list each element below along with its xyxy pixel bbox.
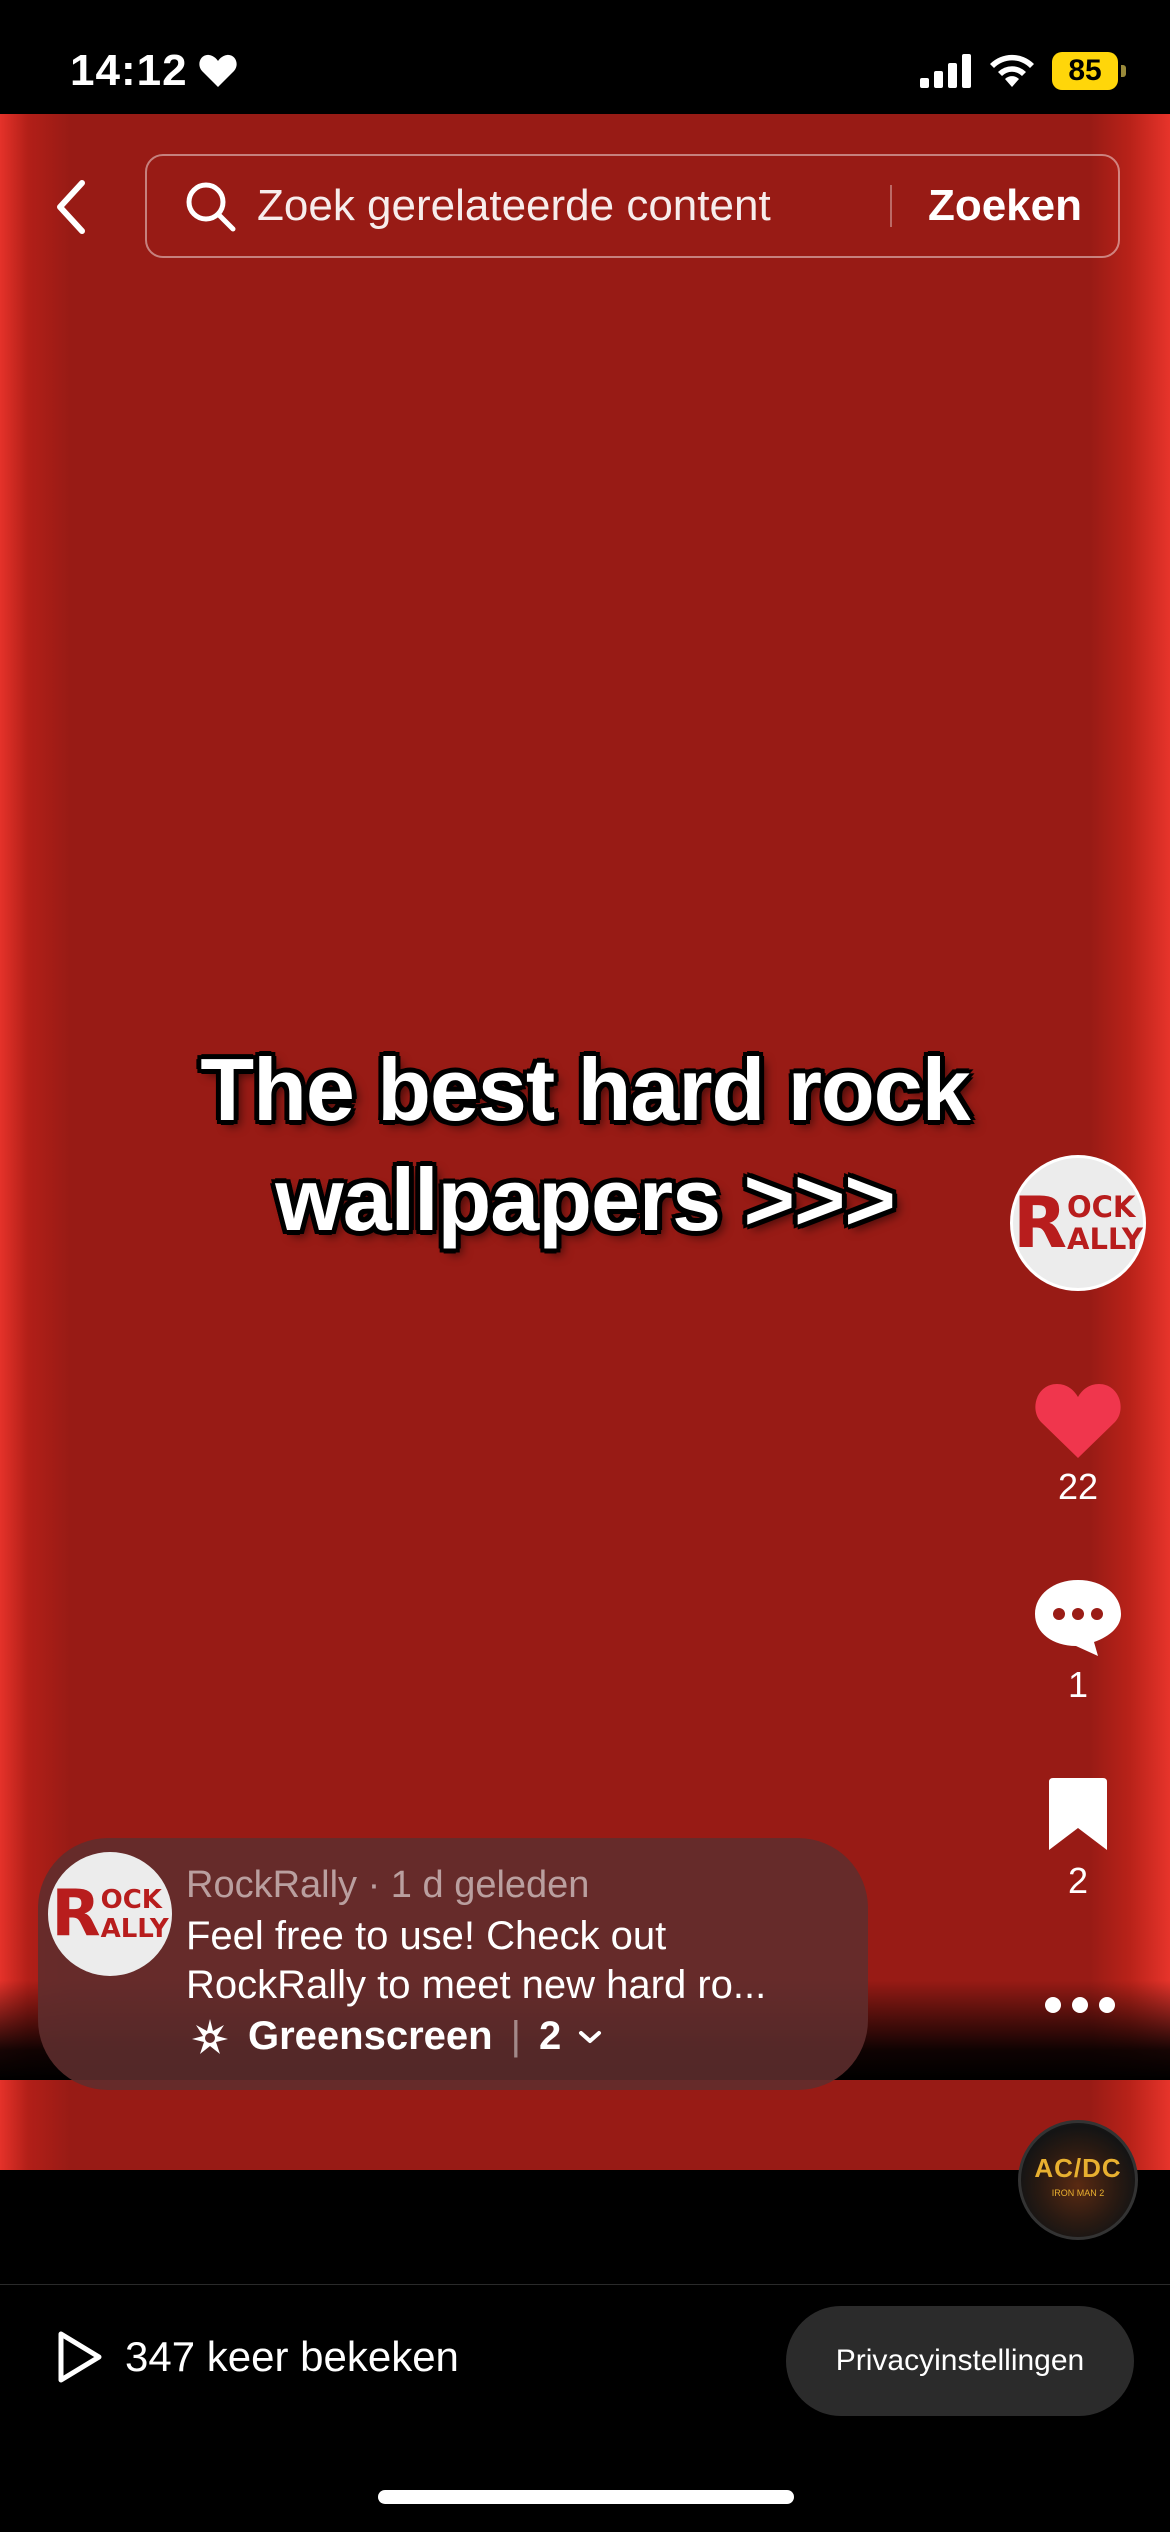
search-bar[interactable]: Zoek gerelateerde content Zoeken: [145, 154, 1120, 258]
creator-avatar[interactable]: R OCK ALLY: [1010, 1155, 1146, 1291]
more-dot: [1099, 1997, 1115, 2013]
search-icon: [183, 178, 239, 234]
clock: 14:12: [70, 46, 188, 95]
save-count: 2: [1067, 1860, 1089, 1901]
view-count-text: 347 keer bekeken: [125, 2333, 459, 2380]
view-count: 347 keer bekeken: [55, 2330, 459, 2384]
tag-separator: |: [510, 2014, 521, 2058]
like-button[interactable]: 22: [1010, 1380, 1146, 1508]
bookmark-icon: [1049, 1778, 1107, 1850]
privacy-settings-button[interactable]: Privacyinstellingen: [786, 2306, 1134, 2416]
more-dot: [1072, 1997, 1088, 2013]
effect-tag[interactable]: Greenscreen | 2: [190, 2014, 603, 2059]
search-input[interactable]: Zoek gerelateerde content: [257, 181, 890, 231]
comment-count: 1: [1067, 1664, 1089, 1705]
overlay-line-1: The best hard rock: [200, 1040, 970, 1139]
play-icon: [58, 2331, 102, 2383]
description-line-2: RockRally to meet new hard ro...: [186, 1963, 767, 2007]
description-line-1: Feel free to use! Check out: [186, 1914, 667, 1958]
signal-icon: [920, 54, 971, 88]
video-letterbox: [0, 2170, 1170, 2280]
more-dot: [1045, 1997, 1061, 2013]
battery-icon: 85: [1052, 52, 1126, 90]
more-icon[interactable]: [1040, 1990, 1120, 2020]
back-button[interactable]: [40, 172, 100, 242]
video-overlay-caption: The best hard rock wallpapers >>>: [85, 1035, 1085, 1255]
search-submit-button[interactable]: Zoeken: [892, 181, 1118, 231]
sparkle-icon: [192, 2018, 228, 2054]
effect-label: Greenscreen: [248, 2014, 493, 2058]
overlay-line-2: wallpapers >>>: [275, 1150, 896, 1249]
sound-disc-subtitle: IRON MAN 2: [1051, 2187, 1105, 2198]
post-meta: RockRally · 1 d geleden: [186, 1864, 590, 1906]
battery-level: 85: [1068, 54, 1102, 87]
post-description[interactable]: Feel free to use! Check out RockRally to…: [186, 1912, 826, 2010]
sound-disc-title: AC/DC: [1034, 2152, 1122, 2183]
post-creator-avatar[interactable]: R OCK ALLY: [48, 1852, 172, 1976]
status-time: 14:12: [70, 46, 238, 96]
battery-nub: [1121, 65, 1126, 77]
rockrally-logo: R OCK ALLY: [51, 1877, 169, 1951]
like-icon: [1035, 1384, 1121, 1458]
sound-disc[interactable]: AC/DC IRON MAN 2: [1018, 2120, 1138, 2240]
tag-count: 2: [538, 2014, 562, 2058]
heart-icon: [198, 54, 237, 87]
save-button[interactable]: 2: [1010, 1776, 1146, 1902]
bottom-divider: [0, 2284, 1170, 2285]
chevron-down-icon: [579, 2030, 602, 2043]
comment-button[interactable]: 1: [1010, 1576, 1146, 1706]
rockrally-logo: R OCK ALLY: [1013, 1182, 1143, 1264]
status-bar: 14:12 85: [0, 0, 1170, 114]
back-icon: [57, 180, 85, 234]
like-count: 22: [1057, 1466, 1099, 1507]
comment-icon: [1035, 1580, 1121, 1656]
home-indicator[interactable]: [378, 2490, 794, 2504]
post-info-card[interactable]: R OCK ALLY RockRally · 1 d geleden Feel …: [38, 1838, 868, 2090]
wifi-icon: [990, 54, 1034, 87]
status-indicators: 85: [920, 52, 1126, 90]
